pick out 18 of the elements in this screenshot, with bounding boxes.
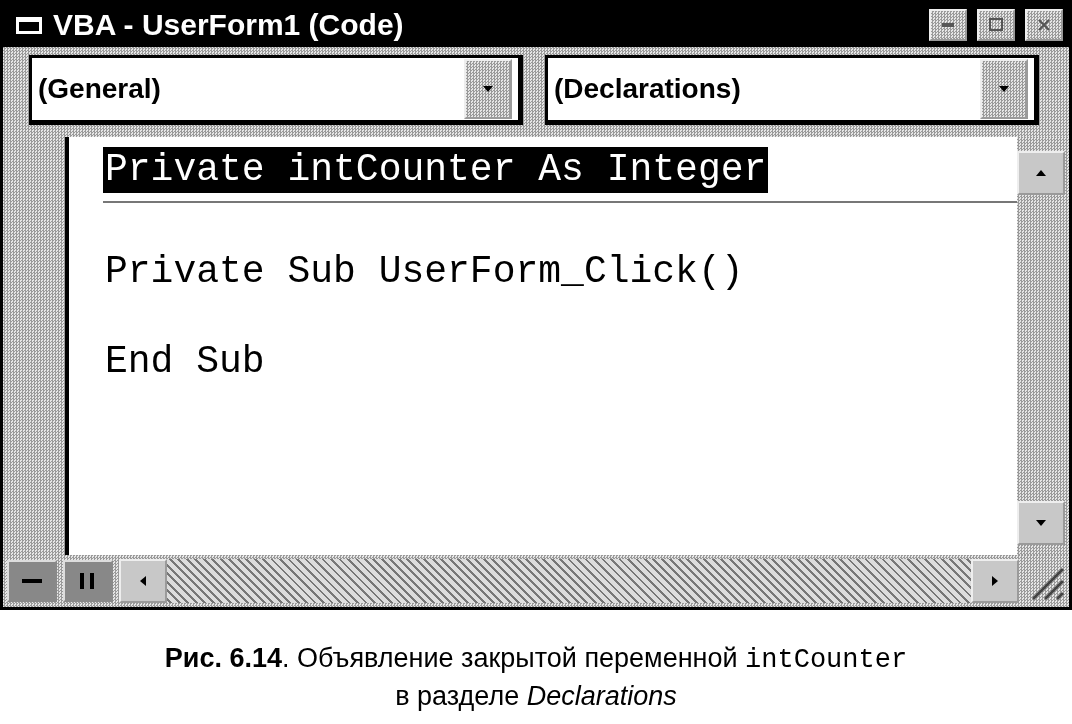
procedure-view-button[interactable]	[7, 560, 57, 602]
maximize-button[interactable]	[977, 9, 1015, 41]
code-line: End Sub	[104, 339, 266, 385]
code-editor[interactable]: Private intCounter As Integer Private Sub UserForm_Click() End Sub	[65, 137, 1017, 555]
full-module-view-button[interactable]	[63, 560, 113, 602]
code-line: Private Sub UserForm_Click()	[104, 249, 745, 295]
dropdown-value: (General)	[38, 73, 162, 105]
window-title: VBA - UserForm1 (Code)	[53, 8, 405, 42]
figure-caption: Рис. 6.14. Объявление закрытой переменной intCounter в разделе Declarations	[164, 642, 908, 713]
object-dropdown[interactable]: (General)	[29, 55, 523, 125]
minimize-button[interactable]	[929, 9, 967, 41]
minimize-icon	[942, 23, 954, 27]
dropdown-value: (Declarations)	[554, 73, 742, 105]
close-icon	[1036, 17, 1052, 33]
procedure-dropdown[interactable]: (Declarations)	[545, 55, 1039, 125]
close-button[interactable]	[1025, 9, 1063, 41]
maximize-icon	[988, 17, 1004, 33]
window-icon	[15, 14, 43, 36]
